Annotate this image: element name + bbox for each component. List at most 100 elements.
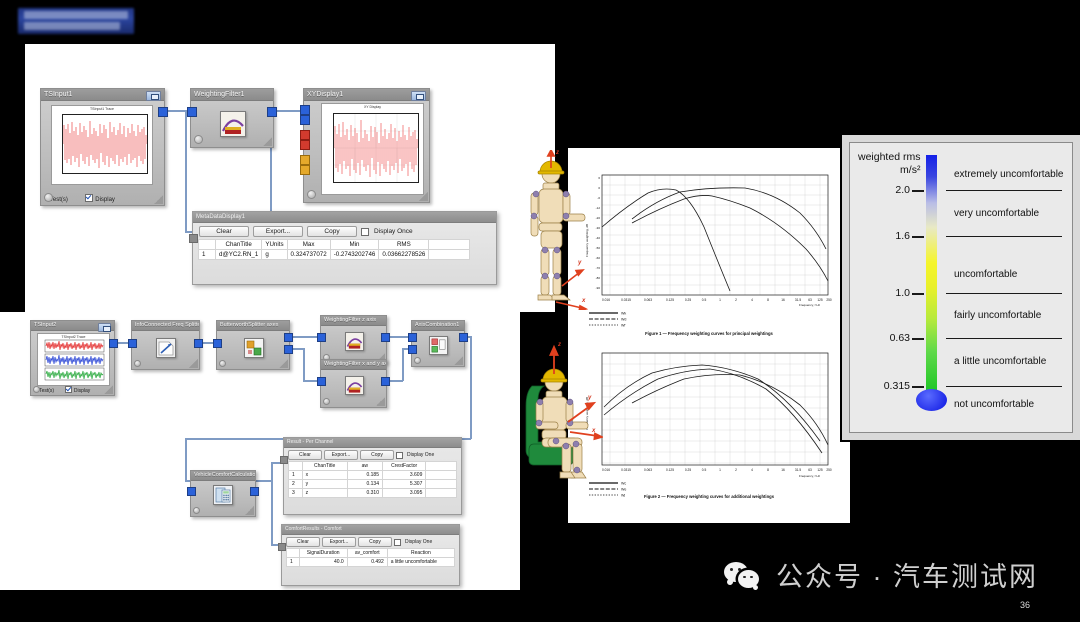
node-info-freq-splitter[interactable]: InfoConnected Freq Splitter xyxy=(128,320,203,370)
display-once-control[interactable]: Display One xyxy=(396,451,434,459)
port-input[interactable] xyxy=(278,543,286,551)
display-checkbox[interactable] xyxy=(85,194,94,202)
port-input[interactable] xyxy=(189,234,198,243)
display-checkbox[interactable] xyxy=(64,386,72,393)
window-handle[interactable] xyxy=(284,498,289,503)
table-row[interactable]: 2 y 0.134 5.307 xyxy=(288,479,457,489)
table-row[interactable]: 1 d@YC2.RN_1 g 0.324737072 -0.2743202746… xyxy=(198,249,471,260)
copy-button[interactable]: Copy xyxy=(307,226,357,237)
export-button[interactable]: Export... xyxy=(253,226,303,237)
port-output[interactable] xyxy=(109,339,118,348)
clear-button[interactable]: Clear xyxy=(288,450,322,460)
port-input-4[interactable] xyxy=(300,140,310,150)
port-input[interactable] xyxy=(187,487,196,496)
resize-grip[interactable] xyxy=(189,359,198,368)
node-handle[interactable] xyxy=(414,357,421,364)
port-output[interactable] xyxy=(381,333,390,342)
port-input-5[interactable] xyxy=(300,155,310,165)
svg-text:0.5: 0.5 xyxy=(702,298,707,302)
resize-grip[interactable] xyxy=(454,356,463,365)
node-handle[interactable] xyxy=(134,360,141,367)
node-handle[interactable] xyxy=(33,386,40,393)
port-output[interactable] xyxy=(158,107,168,117)
node-axiscombination1[interactable]: AxisCombination1 xyxy=(408,320,468,367)
table-row[interactable]: 1 40.0 0.492 a little uncomfortable xyxy=(286,557,456,567)
window-comfort-results[interactable]: ComfortResults - Comfort Clear Export...… xyxy=(278,524,460,586)
node-xydisplay1[interactable]: XYDisplay1 XY Display xyxy=(300,88,430,203)
display-once-control[interactable]: Display One xyxy=(394,538,432,546)
maximize-icon[interactable] xyxy=(146,90,161,101)
node-handle[interactable] xyxy=(307,190,316,199)
port-output[interactable] xyxy=(381,377,390,386)
node-weightingfilter-xy-axis[interactable]: WeightingFilter x and y axis xyxy=(317,359,390,408)
export-button[interactable]: Export... xyxy=(322,537,356,547)
port-output[interactable] xyxy=(267,107,277,117)
port-input[interactable] xyxy=(213,339,222,348)
figure1-chart: 0.016 0.0315 0.063 0.125 0.25 0.5 1 2 4 8 16 31.… xyxy=(585,174,832,307)
port-output[interactable] xyxy=(194,339,203,348)
display-once-control[interactable]: Display Once xyxy=(361,227,413,236)
node-handle[interactable] xyxy=(44,193,53,202)
node-tsinput2[interactable]: TSInput2 TSInput2 Trace 1 Test(s) Displa… xyxy=(30,320,118,396)
node-weightingfilter-z-axis[interactable]: WeightingFilter z axis xyxy=(317,315,390,364)
port-input-1[interactable] xyxy=(408,333,417,342)
maximize-icon[interactable] xyxy=(98,322,111,332)
table-row[interactable]: 3 z 0.310 3.095 xyxy=(288,488,457,498)
tick-label: 0.63 xyxy=(889,332,910,344)
node-butterworth-splitter-axes[interactable]: ButterworthSplitter axes xyxy=(213,320,293,370)
resize-grip[interactable] xyxy=(245,506,254,515)
port-input[interactable] xyxy=(187,107,197,117)
port-output[interactable] xyxy=(459,333,468,342)
port-output-2[interactable] xyxy=(284,345,293,354)
window-titlebar[interactable]: Result - Per Channel xyxy=(284,438,461,448)
window-titlebar[interactable]: ComfortResults - Comfort xyxy=(282,525,459,535)
resize-grip[interactable] xyxy=(376,397,385,406)
port-input[interactable] xyxy=(280,456,288,464)
port-input[interactable] xyxy=(317,377,326,386)
maximize-icon[interactable] xyxy=(287,447,297,448)
node-tsinput1[interactable]: TSInput1 TSInput1 Trace 1 Test(s) Displa… xyxy=(40,88,168,206)
metadata-table: ChanTitle YUnits Max Min RMS 1 d@YC2.RN_… xyxy=(198,239,471,260)
resize-grip[interactable] xyxy=(263,137,272,146)
node-handle[interactable] xyxy=(193,507,200,514)
node-weightingfilter1[interactable]: WeightingFilter1 xyxy=(187,88,277,148)
clear-button[interactable]: Clear xyxy=(199,226,249,237)
svg-text:-50: -50 xyxy=(596,246,601,250)
port-output[interactable] xyxy=(250,487,259,496)
display-once-checkbox[interactable] xyxy=(396,451,403,459)
window-handle[interactable] xyxy=(282,567,287,572)
display-once-checkbox[interactable] xyxy=(361,227,369,236)
maximize-icon[interactable] xyxy=(411,90,426,101)
resize-grip[interactable] xyxy=(419,192,428,201)
node-handle[interactable] xyxy=(219,360,226,367)
resize-grip[interactable] xyxy=(154,195,163,204)
port-input-3[interactable] xyxy=(300,130,310,140)
port-input-6[interactable] xyxy=(300,165,310,175)
resize-grip[interactable] xyxy=(279,359,288,368)
node-footer: 1 Test(s) Display xyxy=(45,194,115,203)
export-button[interactable]: Export... xyxy=(324,450,358,460)
port-input[interactable] xyxy=(317,333,326,342)
copy-button[interactable]: Copy xyxy=(358,537,392,547)
port-input[interactable] xyxy=(128,339,137,348)
node-handle[interactable] xyxy=(194,135,203,144)
th-min: Min xyxy=(329,239,380,250)
copy-button[interactable]: Copy xyxy=(360,450,394,460)
node-vehicle-comfort-calculation[interactable]: VehicleComfortCalculation xyxy=(187,470,259,517)
port-input-1[interactable] xyxy=(300,105,310,115)
port-output-1[interactable] xyxy=(284,333,293,342)
clear-button[interactable]: Clear xyxy=(286,537,320,547)
tick-mark xyxy=(912,338,924,340)
port-input-2[interactable] xyxy=(408,345,417,354)
display-once-checkbox[interactable] xyxy=(394,538,401,546)
window-titlebar[interactable]: MetaDataDisplay1 xyxy=(193,212,496,223)
maximize-icon[interactable] xyxy=(285,534,295,535)
table-row[interactable]: 1 x 0.185 3.609 xyxy=(288,470,457,480)
axis-label-z: z xyxy=(556,150,559,156)
window-metadata-display[interactable]: MetaDataDisplay1 Clear Export... Copy Di… xyxy=(189,211,497,285)
cell-spacer xyxy=(425,470,457,480)
node-handle[interactable] xyxy=(323,398,330,405)
port-input-2[interactable] xyxy=(300,115,310,125)
resize-grip[interactable] xyxy=(104,385,113,394)
window-result-per-channel[interactable]: Result - Per Channel Clear Export... Cop… xyxy=(280,437,462,515)
